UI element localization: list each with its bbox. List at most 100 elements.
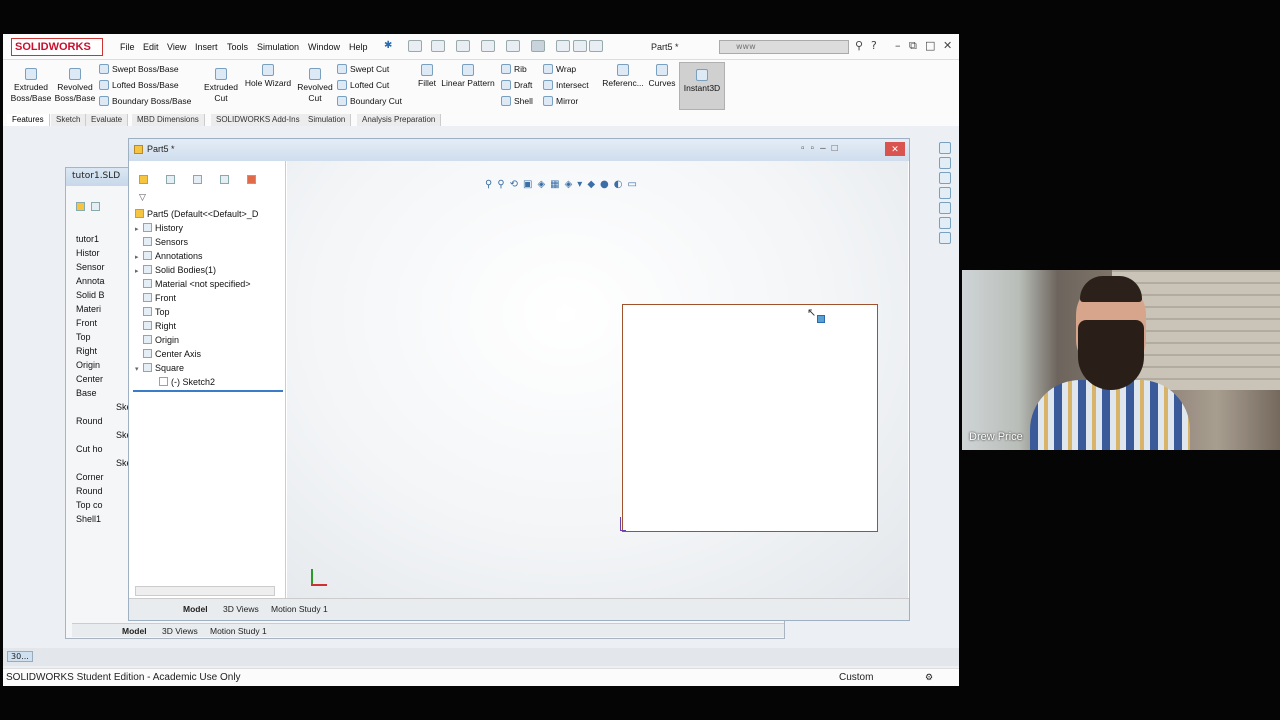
tab-analysis-preparation[interactable]: Analysis Preparation [357, 114, 442, 126]
menu-help[interactable]: Help [349, 42, 368, 52]
tree-item[interactable]: Center [76, 374, 103, 384]
tree-item-top-plane[interactable]: Top [135, 307, 170, 317]
tree-item[interactable]: Base [76, 388, 97, 398]
undo-icon[interactable] [506, 40, 520, 52]
tree-item-material[interactable]: Material <not specified> [135, 279, 251, 289]
tree-item-origin[interactable]: Origin [135, 335, 179, 345]
tree-item[interactable]: Top [76, 332, 91, 342]
menu-simulation[interactable]: Simulation [257, 42, 299, 52]
tab-mbd-dimensions[interactable]: MBD Dimensions [132, 114, 205, 126]
help-icon[interactable]: ? [871, 39, 877, 52]
feature-manager-icon[interactable] [76, 202, 85, 211]
tab-3d-views[interactable]: 3D Views [162, 626, 198, 636]
custom-properties-icon[interactable] [939, 232, 951, 244]
home-icon[interactable] [939, 142, 951, 154]
draft-button[interactable]: Draft [501, 80, 532, 90]
sketch-square[interactable] [622, 304, 878, 532]
resources-icon[interactable] [939, 157, 951, 169]
tab-motion-study[interactable]: Motion Study 1 [210, 626, 267, 636]
units-selector[interactable]: Custom [839, 672, 873, 683]
print-icon[interactable] [481, 40, 495, 52]
menu-file[interactable]: File [120, 42, 135, 52]
appearances-icon[interactable] [939, 217, 951, 229]
tree-item[interactable]: Top co [76, 500, 103, 510]
tree-item-solid-bodies[interactable]: ▸ Solid Bodies(1) [135, 265, 216, 275]
tree-item-square[interactable]: ▾ Square [135, 363, 184, 373]
hole-wizard-button[interactable]: Hole Wizard [243, 64, 293, 89]
file-explorer-icon[interactable] [939, 187, 951, 199]
settings-icon[interactable]: ⚙ [925, 672, 933, 683]
tree-item[interactable]: Cut ho [76, 444, 103, 454]
menu-window[interactable]: Window [308, 42, 340, 52]
tree-item[interactable]: Solid B [76, 290, 105, 300]
minimize-icon[interactable]: – [895, 39, 901, 52]
tree-item[interactable]: Round [76, 416, 103, 426]
taskbar-item[interactable]: 30... [7, 651, 33, 662]
tree-item[interactable]: Shell1 [76, 514, 101, 524]
reference-geometry-button[interactable]: Referenc... [601, 64, 645, 89]
property-manager-icon[interactable] [90, 202, 100, 211]
restore-icon[interactable]: ⧉ [909, 39, 917, 53]
search-input[interactable]: www [719, 40, 849, 54]
save-icon[interactable] [456, 40, 470, 52]
rollback-bar[interactable] [133, 390, 283, 392]
close-window-icon[interactable]: ✕ [885, 142, 905, 156]
property-manager-icon[interactable] [165, 175, 175, 184]
heads-up-view-toolbar[interactable]: ⚲⚲⟲▣◈▦◈▾◆●◐▭ [485, 179, 642, 190]
tree-item[interactable]: Origin [76, 360, 100, 370]
curves-button[interactable]: Curves [645, 64, 679, 89]
tree-item-right-plane[interactable]: Right [135, 321, 176, 331]
rebuild-icon[interactable] [556, 40, 570, 52]
menu-edit[interactable]: Edit [143, 42, 159, 52]
open-icon[interactable] [431, 40, 445, 52]
tree-item[interactable]: Sensor [76, 262, 105, 272]
maximize-icon[interactable]: □ [925, 39, 935, 52]
tab-sketch[interactable]: Sketch [51, 114, 87, 126]
tab-3d-views[interactable]: 3D Views [223, 604, 259, 614]
window-controls[interactable]: ▫▫–□ [801, 143, 844, 154]
swept-boss-button[interactable]: Swept Boss/Base [99, 64, 179, 74]
tree-root[interactable]: Part5 (Default<<Default>_D [135, 209, 258, 219]
rib-button[interactable]: Rib [501, 64, 527, 74]
tutor1-manager-tabs[interactable] [76, 202, 136, 216]
tab-addins[interactable]: SOLIDWORKS Add-Ins [211, 114, 306, 126]
fillet-button[interactable]: Fillet [413, 64, 441, 89]
menu-view[interactable]: View [167, 42, 186, 52]
close-icon[interactable]: ✕ [943, 39, 952, 52]
file-properties-icon[interactable] [573, 40, 587, 52]
configuration-manager-icon[interactable] [192, 175, 202, 184]
tab-features[interactable]: Features [7, 114, 50, 126]
instant3d-button[interactable]: Instant3D [679, 62, 725, 110]
wrap-button[interactable]: Wrap [543, 64, 576, 74]
select-icon[interactable] [531, 40, 545, 52]
lofted-cut-button[interactable]: Lofted Cut [337, 80, 389, 90]
extruded-cut-button[interactable]: Extruded Cut [201, 68, 241, 104]
tree-item[interactable]: Corner [76, 472, 104, 482]
tree-item[interactable]: Histor [76, 248, 100, 258]
filter-icon[interactable]: ▽ [139, 193, 146, 203]
tab-evaluate[interactable]: Evaluate [86, 114, 129, 126]
tree-item-sensors[interactable]: Sensors [135, 237, 188, 247]
options-icon[interactable] [589, 40, 603, 52]
tree-item[interactable]: Materi [76, 304, 101, 314]
menu-insert[interactable]: Insert [195, 42, 218, 52]
linear-pattern-button[interactable]: Linear Pattern [439, 64, 497, 89]
horizontal-scrollbar[interactable] [135, 586, 275, 596]
part5-document-window[interactable]: Part5 * ▫▫–□ ✕ ▽ Part5 (Default<<Default… [128, 138, 910, 621]
swept-cut-button[interactable]: Swept Cut [337, 64, 389, 74]
graphics-area[interactable]: ⚲⚲⟲▣◈▦◈▾◆●◐▭ ↖ [287, 161, 908, 598]
view-palette-icon[interactable] [939, 202, 951, 214]
tab-motion-study[interactable]: Motion Study 1 [271, 604, 328, 614]
user-icon[interactable]: ⚲ [855, 39, 863, 52]
tree-item-center-axis[interactable]: Center Axis [135, 349, 201, 359]
mirror-button[interactable]: Mirror [543, 96, 578, 106]
tree-item-front-plane[interactable]: Front [135, 293, 176, 303]
revolved-boss-button[interactable]: Revolved Boss/Base [53, 68, 97, 104]
solidworks-logo[interactable]: SOLIDWORKS [11, 38, 103, 56]
tree-item[interactable]: Round [76, 486, 103, 496]
extruded-boss-button[interactable]: Extruded Boss/Base [9, 68, 53, 104]
lofted-boss-button[interactable]: Lofted Boss/Base [99, 80, 179, 90]
design-library-icon[interactable] [939, 172, 951, 184]
intersect-button[interactable]: Intersect [543, 80, 589, 90]
tab-model[interactable]: Model [122, 626, 147, 636]
